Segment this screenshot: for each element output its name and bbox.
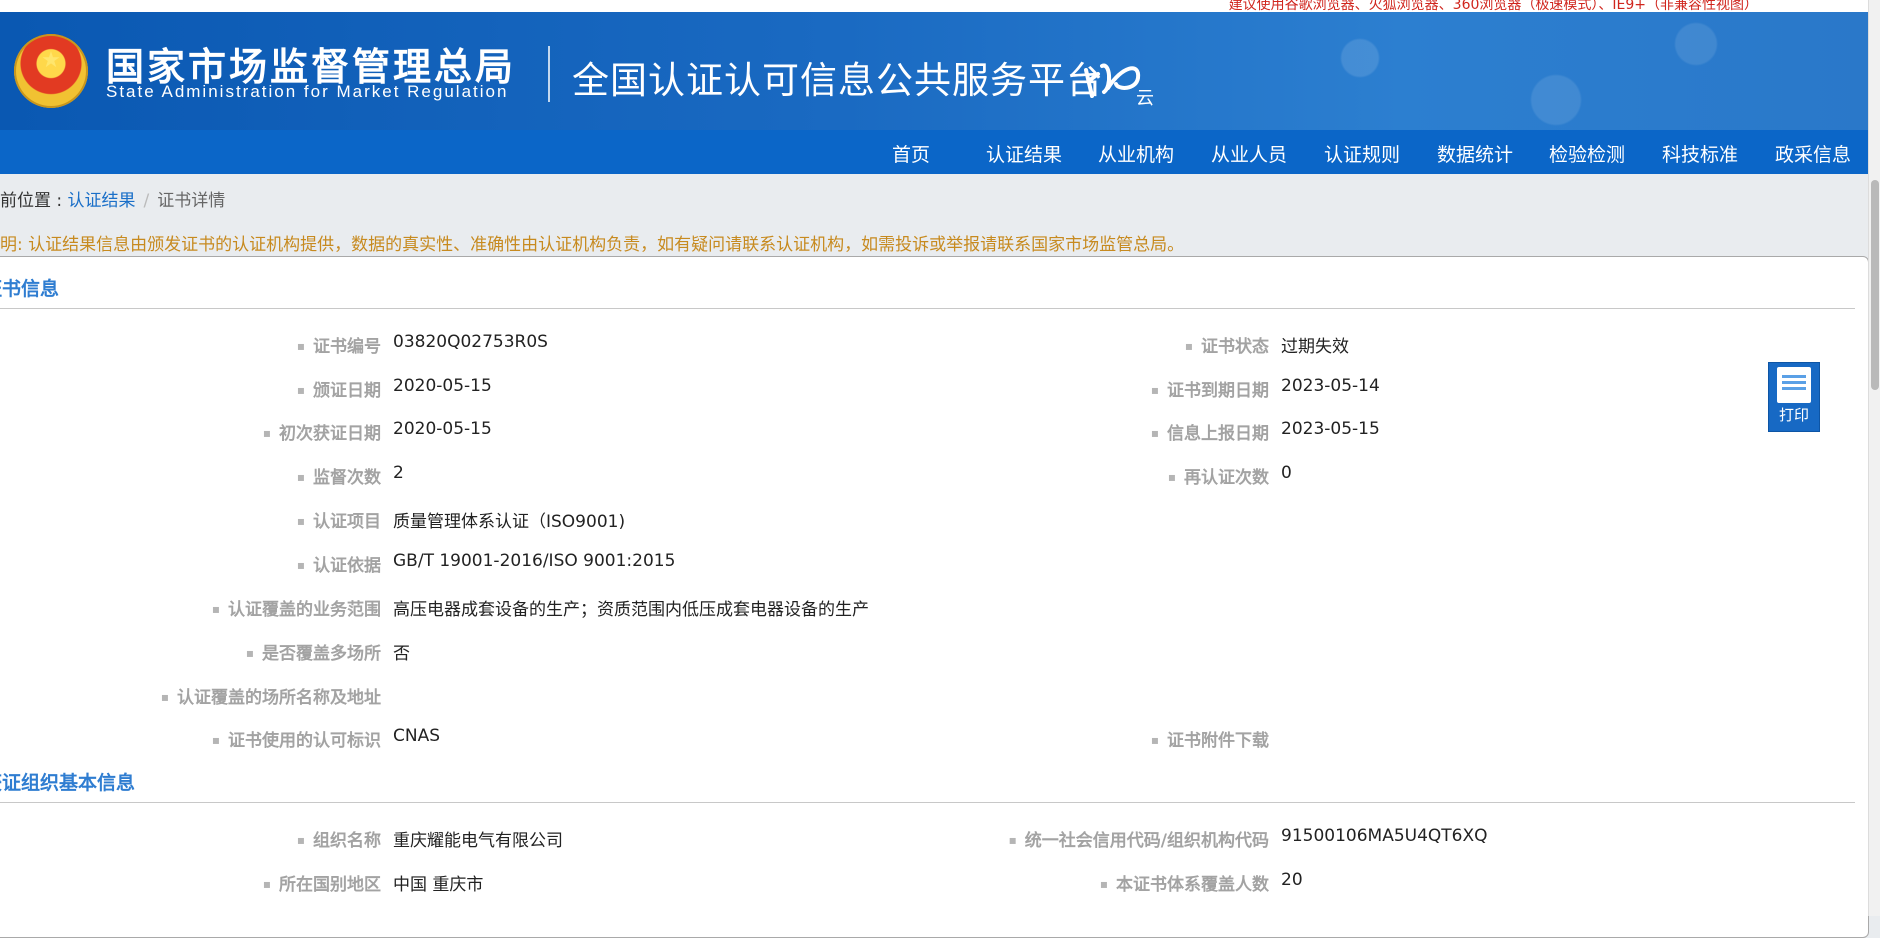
platform-title: 全国认证认可信息公共服务平台	[572, 59, 1104, 102]
label-cert-no: 证书编号	[297, 332, 381, 357]
label-issue-date: 颁证日期	[297, 376, 381, 401]
label-cert-project: 认证项目	[297, 507, 381, 532]
label-credit-code: 统一社会信用代码/组织机构代码	[1009, 826, 1269, 851]
label-org-name: 组织名称	[297, 826, 381, 851]
label-region: 所在国别地区	[263, 870, 381, 895]
section-title-org-info: 获证组织基本信息	[0, 772, 136, 794]
print-button-label: 打印	[1778, 406, 1809, 424]
renzheng-cloud-logo-icon: 云	[1084, 63, 1154, 108]
section-title-cert-info: 证书信息	[0, 278, 60, 300]
label-expiry-date: 证书到期日期	[1151, 376, 1269, 401]
svg-text:云: 云	[1136, 88, 1154, 108]
nav-cert-results[interactable]: 认证结果	[986, 140, 1062, 167]
label-cert-status: 证书状态	[1185, 332, 1269, 357]
value-region: 中国 重庆市	[393, 875, 484, 895]
value-business-scope: 高压电器成套设备的生产；资质范围内低压成套电器设备的生产	[393, 600, 869, 620]
breadcrumb-prefix: 当前位置 :	[0, 191, 63, 211]
page-scrollbar[interactable]	[1868, 0, 1880, 916]
browser-tip-bar: 建议使用谷歌浏览器、火狐浏览器、360浏览器（极速模式）、IE9+（非兼容性视图…	[0, 0, 1880, 13]
value-cert-basis: GB/T 19001-2016/ISO 9001:2015	[393, 551, 676, 571]
nav-cert-rules[interactable]: 认证规则	[1324, 140, 1400, 167]
org-name-en: State Administration for Market Regulati…	[106, 82, 509, 101]
label-accreditation-mark: 证书使用的认可标识	[212, 726, 381, 751]
site-banner: 国家市场监督管理总局 State Administration for Mark…	[0, 12, 1868, 130]
nav-statistics[interactable]: 数据统计	[1437, 140, 1513, 167]
breadcrumb-link-cert-results[interactable]: 认证结果	[68, 191, 136, 211]
value-org-name: 重庆耀能电气有限公司	[393, 831, 563, 851]
nav-procurement[interactable]: 政采信息	[1775, 140, 1851, 167]
nav-personnel[interactable]: 从业人员	[1211, 140, 1287, 167]
value-report-date: 2023-05-15	[1281, 419, 1380, 439]
label-first-date: 初次获证日期	[263, 419, 381, 444]
nav-inspection[interactable]: 检验检测	[1549, 140, 1625, 167]
value-credit-code: 91500106MA5U4QT6XQ	[1281, 826, 1488, 846]
banner-hexagon-pattern	[1248, 12, 1808, 130]
label-site-address: 认证覆盖的场所名称及地址	[161, 683, 381, 708]
label-cert-basis: 认证依据	[297, 551, 381, 576]
label-staff-count: 本证书体系覆盖人数	[1100, 870, 1269, 895]
disclaimer-notice: 声明: 认证结果信息由颁发证书的认证机构提供，数据的真实性、准确性由认证机构负责…	[0, 235, 1185, 255]
label-recert-count: 再认证次数	[1168, 463, 1269, 488]
value-cert-no: 03820Q02753R0S	[393, 332, 548, 352]
section-divider	[0, 802, 1855, 803]
value-expiry-date: 2023-05-14	[1281, 376, 1380, 396]
label-report-date: 信息上报日期	[1151, 419, 1269, 444]
value-multi-site: 否	[393, 644, 410, 664]
print-button[interactable]: 打印	[1768, 362, 1820, 432]
national-emblem-icon	[14, 34, 88, 108]
value-staff-count: 20	[1281, 870, 1303, 890]
banner-divider	[548, 46, 550, 102]
printer-icon	[1777, 367, 1811, 403]
value-first-date: 2020-05-15	[393, 419, 492, 439]
value-cert-project: 质量管理体系认证（ISO9001)	[393, 512, 626, 532]
nav-tech-standards[interactable]: 科技标准	[1662, 140, 1738, 167]
value-recert-count: 0	[1281, 463, 1292, 483]
label-attachment-download: 证书附件下载	[1151, 726, 1269, 751]
label-multi-site: 是否覆盖多场所	[246, 639, 381, 664]
breadcrumb-separator: /	[143, 191, 150, 211]
value-issue-date: 2020-05-15	[393, 376, 492, 396]
scrollbar-thumb[interactable]	[1871, 180, 1879, 390]
value-cert-status: 过期失效	[1281, 337, 1349, 357]
main-nav: 首页 认证结果 从业机构 从业人员 认证规则 数据统计 检验检测 科技标准 政采…	[0, 130, 1868, 174]
breadcrumb-current: 证书详情	[157, 191, 226, 211]
label-supervision-count: 监督次数	[297, 463, 381, 488]
section-divider	[0, 308, 1855, 309]
value-accreditation-mark: CNAS	[393, 726, 441, 746]
label-business-scope: 认证覆盖的业务范围	[212, 595, 381, 620]
value-supervision-count: 2	[393, 463, 404, 483]
nav-home[interactable]: 首页	[892, 140, 930, 167]
breadcrumb: 当前位置 : 认证结果 / 证书详情	[0, 186, 225, 211]
nav-institutions[interactable]: 从业机构	[1098, 140, 1174, 167]
